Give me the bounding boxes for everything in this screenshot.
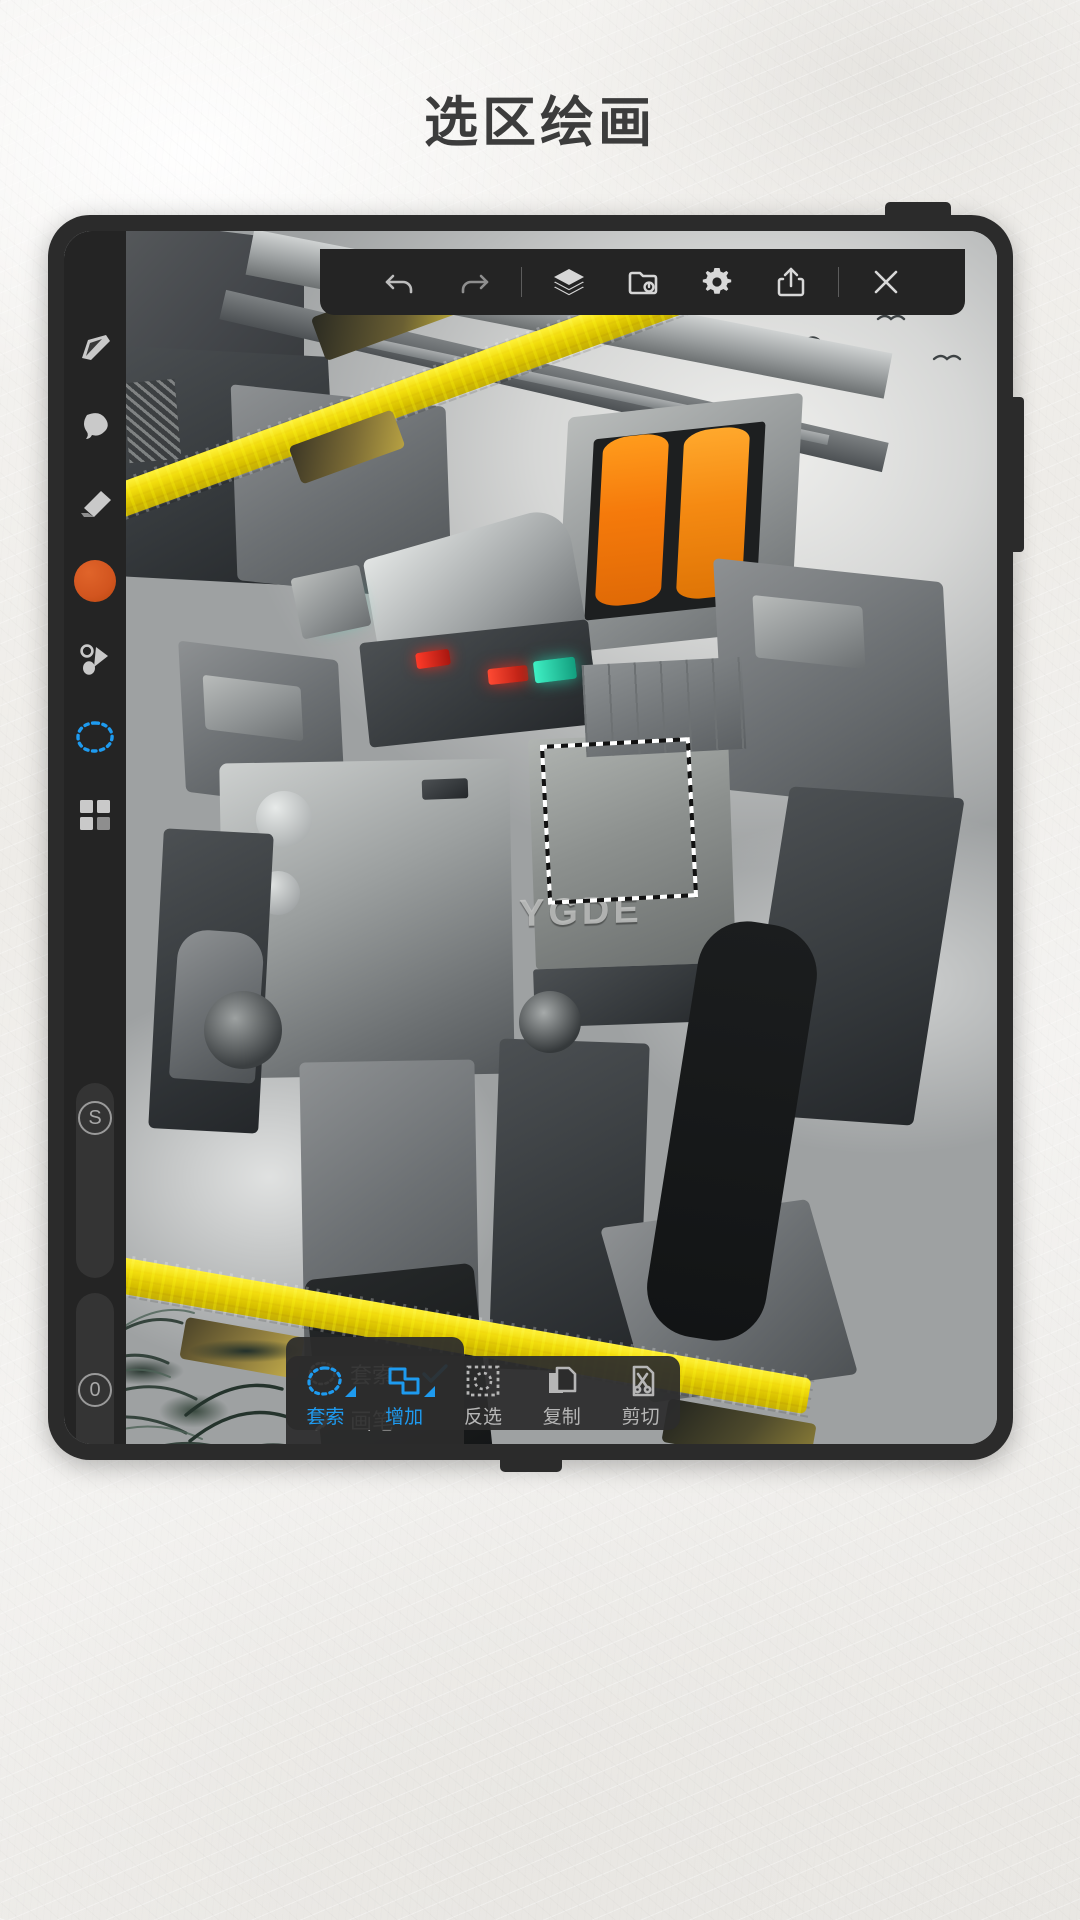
bottom-item-lasso[interactable]: 套索 bbox=[286, 1362, 364, 1429]
eraser-icon bbox=[81, 491, 111, 517]
bottom-item-label: 复制 bbox=[542, 1407, 581, 1428]
lasso-icon bbox=[76, 721, 114, 753]
toolbar-divider-1 bbox=[520, 267, 522, 297]
expand-corner-indicator bbox=[345, 1386, 357, 1397]
undo-button[interactable] bbox=[363, 249, 437, 315]
brush-settings-button[interactable] bbox=[69, 633, 121, 685]
color-swatch-icon bbox=[74, 560, 116, 602]
page-title: 选区绘画 bbox=[424, 93, 656, 153]
art-shoulder-right-panel bbox=[752, 594, 866, 670]
toolbar-divider-2 bbox=[837, 267, 839, 297]
lasso-icon bbox=[306, 1362, 344, 1400]
close-button[interactable] bbox=[849, 249, 923, 315]
redo-button[interactable] bbox=[437, 249, 511, 315]
bottom-item-label: 套索 bbox=[306, 1407, 345, 1428]
expand-corner-indicator bbox=[424, 1386, 436, 1397]
gallery-button[interactable] bbox=[606, 249, 680, 315]
device-side-button[interactable] bbox=[1012, 397, 1024, 552]
pencil-tool-button[interactable] bbox=[69, 321, 121, 373]
selection-tool-button[interactable] bbox=[69, 711, 121, 763]
cut-icon bbox=[622, 1362, 660, 1400]
bottom-item-cut[interactable]: 剪切 bbox=[602, 1362, 680, 1429]
bottom-item-label: 剪切 bbox=[621, 1407, 660, 1428]
dropdown-item-rectangle[interactable]: 矩形 bbox=[286, 1443, 464, 1444]
copy-icon bbox=[543, 1362, 581, 1400]
selection-bottom-toolbar: 套索 增加 反选 复制 剪切 bbox=[286, 1356, 680, 1430]
bottom-item-label: 增加 bbox=[385, 1407, 424, 1428]
color-swatch-button[interactable] bbox=[69, 555, 121, 607]
brush-size-knob[interactable]: S bbox=[78, 1101, 112, 1135]
top-toolbar bbox=[320, 249, 965, 315]
grid-icon bbox=[80, 800, 110, 830]
art-thruster-1 bbox=[594, 431, 670, 609]
brush-opacity-slider[interactable]: 0 bbox=[76, 1293, 114, 1444]
device-top-nub bbox=[885, 202, 951, 217]
smudge-icon bbox=[84, 413, 108, 439]
layers-grid-button[interactable] bbox=[69, 789, 121, 841]
device-bottom-nub bbox=[499, 1458, 562, 1472]
left-tool-sidebar: S 0 bbox=[64, 231, 126, 1444]
bottom-item-label: 反选 bbox=[463, 1407, 502, 1428]
art-joint-left bbox=[204, 991, 282, 1069]
add-selection-icon bbox=[385, 1362, 423, 1400]
invert-selection-icon bbox=[464, 1362, 502, 1400]
smudge-tool-button[interactable] bbox=[69, 399, 121, 451]
share-button[interactable] bbox=[754, 249, 828, 315]
brush-opacity-knob[interactable]: 0 bbox=[78, 1373, 112, 1407]
art-shoulder-right bbox=[713, 558, 955, 814]
bottom-item-invert[interactable]: 反选 bbox=[444, 1362, 522, 1429]
layers-button[interactable] bbox=[532, 249, 606, 315]
eraser-tool-button[interactable] bbox=[69, 477, 121, 529]
settings-button[interactable] bbox=[680, 249, 754, 315]
brush-settings-icon bbox=[80, 644, 108, 675]
art-grille bbox=[122, 378, 182, 464]
bottom-item-copy[interactable]: 复制 bbox=[523, 1362, 601, 1429]
art-torso-vent bbox=[421, 778, 469, 800]
selection-marquee[interactable] bbox=[539, 737, 699, 905]
tablet-screen: YGDE S 0 套索 增加 反选 复制 剪切 bbox=[64, 231, 997, 1444]
pencil-icon bbox=[82, 335, 110, 360]
brush-size-slider[interactable]: S bbox=[76, 1083, 114, 1278]
bottom-item-add[interactable]: 增加 bbox=[365, 1362, 443, 1429]
canvas-artwork[interactable]: YGDE bbox=[64, 231, 997, 1444]
art-joint-right bbox=[519, 991, 581, 1053]
tablet-device: YGDE S 0 套索 增加 反选 复制 剪切 bbox=[48, 202, 1024, 1472]
